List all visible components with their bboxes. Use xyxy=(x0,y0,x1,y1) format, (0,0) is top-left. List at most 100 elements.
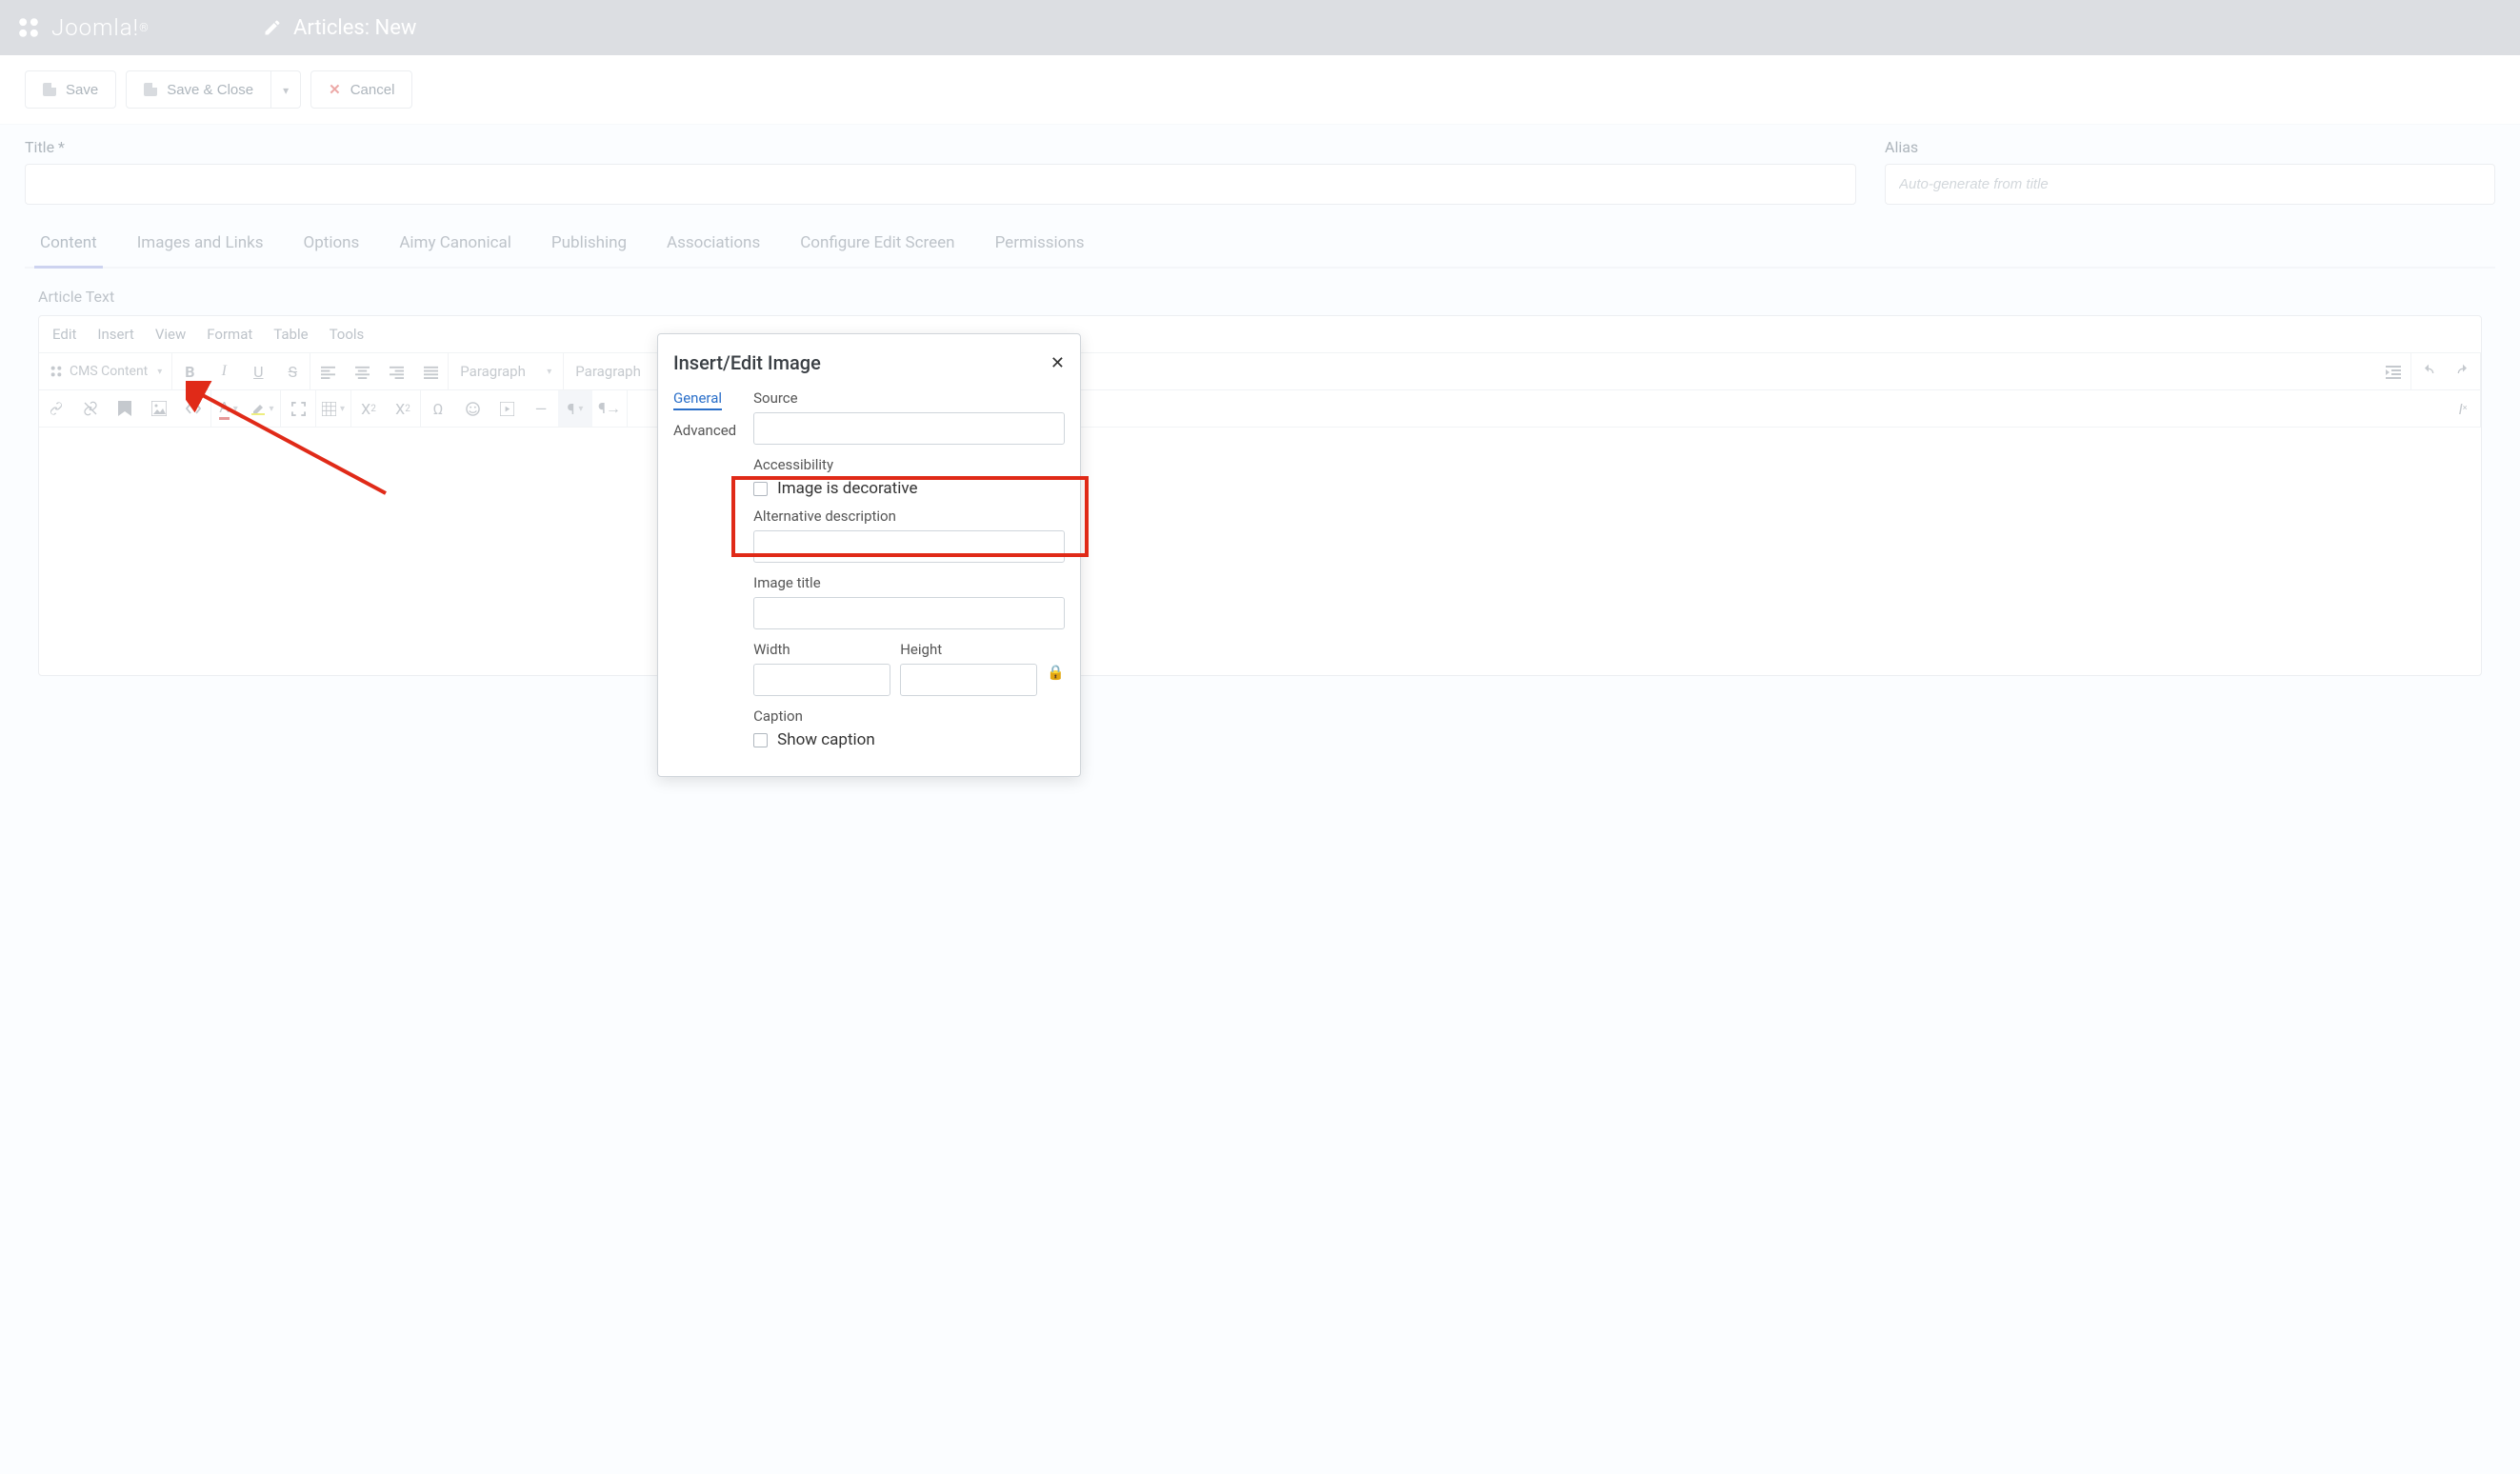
menu-insert[interactable]: Insert xyxy=(97,326,133,343)
chevron-down-icon: ▾ xyxy=(269,404,273,414)
superscript-button[interactable]: X2 xyxy=(386,390,420,427)
alias-label: Alias xyxy=(1885,138,2495,156)
dialog-title: Insert/Edit Image xyxy=(673,351,821,374)
chevron-down-icon: ▾ xyxy=(340,404,345,414)
joomla-logo-icon xyxy=(15,14,42,41)
subscript-button[interactable]: X2 xyxy=(351,390,386,427)
menu-format[interactable]: Format xyxy=(207,326,252,343)
save-close-group: Save & Close xyxy=(126,70,301,109)
save-icon xyxy=(43,83,56,96)
lock-icon[interactable]: 🔒 xyxy=(1047,664,1065,681)
editor-toolbar-row1: CMS Content ▾ B I U S Paragraph▾ Paragra… xyxy=(39,353,2481,390)
editor-toolbar-row2: A▾ ▾ ▾ X2 X2 Ω — ¶▾ ¶→ I× xyxy=(39,390,2481,428)
menu-table[interactable]: Table xyxy=(273,326,308,343)
save-icon xyxy=(144,83,157,96)
strike-button[interactable]: S xyxy=(275,353,310,389)
page-title-wrap: Articles: New xyxy=(263,16,416,40)
link-button[interactable] xyxy=(39,390,73,427)
form-area: Title * Alias xyxy=(0,125,2520,205)
brand: Joomla!® xyxy=(15,14,263,41)
align-justify-button[interactable] xyxy=(413,353,448,389)
image-title-label: Image title xyxy=(753,574,1065,591)
save-close-button[interactable]: Save & Close xyxy=(126,70,271,109)
editor-content-area[interactable] xyxy=(39,428,2481,675)
pencil-icon xyxy=(263,18,282,37)
bookmark-button[interactable] xyxy=(108,390,142,427)
emoji-button[interactable] xyxy=(455,390,490,427)
tab-options[interactable]: Options xyxy=(298,233,366,269)
tab-configure-edit[interactable]: Configure Edit Screen xyxy=(794,233,960,269)
dialog-tab-advanced[interactable]: Advanced xyxy=(673,420,736,441)
dialog-close-button[interactable]: ✕ xyxy=(1050,353,1065,373)
tab-associations[interactable]: Associations xyxy=(661,233,766,269)
content-tabs: Content Images and Links Options Aimy Ca… xyxy=(25,224,2495,269)
text-color-button[interactable]: A▾ xyxy=(211,390,246,427)
editor-menubar: Edit Insert View Format Table Tools xyxy=(39,316,2481,353)
tab-images-links[interactable]: Images and Links xyxy=(131,233,270,269)
block-format-select1[interactable]: Paragraph▾ xyxy=(449,353,563,389)
align-center-button[interactable] xyxy=(345,353,379,389)
menu-view[interactable]: View xyxy=(155,326,186,343)
undo-button[interactable] xyxy=(2411,353,2446,389)
dialog-tab-general[interactable]: General xyxy=(673,388,722,410)
alt-desc-label: Alternative description xyxy=(753,508,1065,525)
save-close-dropdown[interactable] xyxy=(271,70,301,109)
tab-publishing[interactable]: Publishing xyxy=(546,233,632,269)
bold-button[interactable]: B xyxy=(172,353,207,389)
save-close-label: Save & Close xyxy=(167,82,253,98)
chevron-down-icon: ▾ xyxy=(157,367,162,377)
height-input[interactable] xyxy=(900,664,1037,696)
menu-edit[interactable]: Edit xyxy=(52,326,76,343)
brand-text: Joomla! xyxy=(51,14,139,41)
width-label: Width xyxy=(753,641,890,658)
bg-color-button[interactable]: ▾ xyxy=(246,390,280,427)
code-button[interactable] xyxy=(176,390,210,427)
close-icon: ✕ xyxy=(329,81,341,98)
editor-box: Edit Insert View Format Table Tools CMS … xyxy=(38,315,2482,676)
fullscreen-button[interactable] xyxy=(281,390,315,427)
width-input[interactable] xyxy=(753,664,890,696)
dialog-tabs: General Advanced xyxy=(673,388,736,759)
special-char-button[interactable]: Ω xyxy=(421,390,455,427)
cancel-label: Cancel xyxy=(350,82,395,98)
redo-button[interactable] xyxy=(2446,353,2480,389)
dialog-main: Source Accessibility Image is decorative… xyxy=(753,388,1065,759)
tab-content[interactable]: Content xyxy=(34,233,103,269)
italic-button[interactable]: I xyxy=(207,353,241,389)
action-toolbar: Save Save & Close ✕ Cancel xyxy=(0,55,2520,125)
hr-button[interactable]: — xyxy=(524,390,558,427)
clear-format-button[interactable]: I× xyxy=(2446,390,2480,427)
align-right-button[interactable] xyxy=(379,353,413,389)
cancel-button[interactable]: ✕ Cancel xyxy=(310,70,412,109)
tab-aimy-canonical[interactable]: Aimy Canonical xyxy=(393,233,517,269)
title-input[interactable] xyxy=(25,164,1856,205)
underline-button[interactable]: U xyxy=(241,353,275,389)
menu-tools[interactable]: Tools xyxy=(330,326,365,343)
alt-desc-input[interactable] xyxy=(753,530,1065,563)
article-text-label: Article Text xyxy=(38,288,2482,306)
show-caption-label: Show caption xyxy=(777,730,875,749)
cms-content-button[interactable]: CMS Content ▾ xyxy=(39,353,171,389)
source-input[interactable] xyxy=(753,412,1065,445)
image-button[interactable] xyxy=(142,390,176,427)
ltr-rtl-button[interactable]: ¶→ xyxy=(592,390,627,427)
dim-overlay xyxy=(0,0,2520,1474)
joomla-icon xyxy=(49,364,64,379)
tab-permissions[interactable]: Permissions xyxy=(990,233,1090,269)
source-label: Source xyxy=(753,389,1065,407)
align-left-button[interactable] xyxy=(310,353,345,389)
alias-input[interactable] xyxy=(1885,164,2495,205)
decorative-checkbox[interactable] xyxy=(753,482,768,496)
height-label: Height xyxy=(900,641,1037,658)
media-button[interactable] xyxy=(490,390,524,427)
show-caption-checkbox[interactable] xyxy=(753,733,768,747)
image-title-input[interactable] xyxy=(753,597,1065,629)
table-button[interactable]: ▾ xyxy=(316,390,350,427)
save-button[interactable]: Save xyxy=(25,70,116,109)
editor-wrap: Article Text Edit Insert View Format Tab… xyxy=(0,269,2520,695)
caption-label: Caption xyxy=(753,707,1065,725)
indent-button[interactable] xyxy=(2376,353,2410,389)
chevron-down-icon: ▾ xyxy=(578,404,583,414)
unlink-button[interactable] xyxy=(73,390,108,427)
paragraph-marks-button[interactable]: ¶▾ xyxy=(558,390,592,427)
